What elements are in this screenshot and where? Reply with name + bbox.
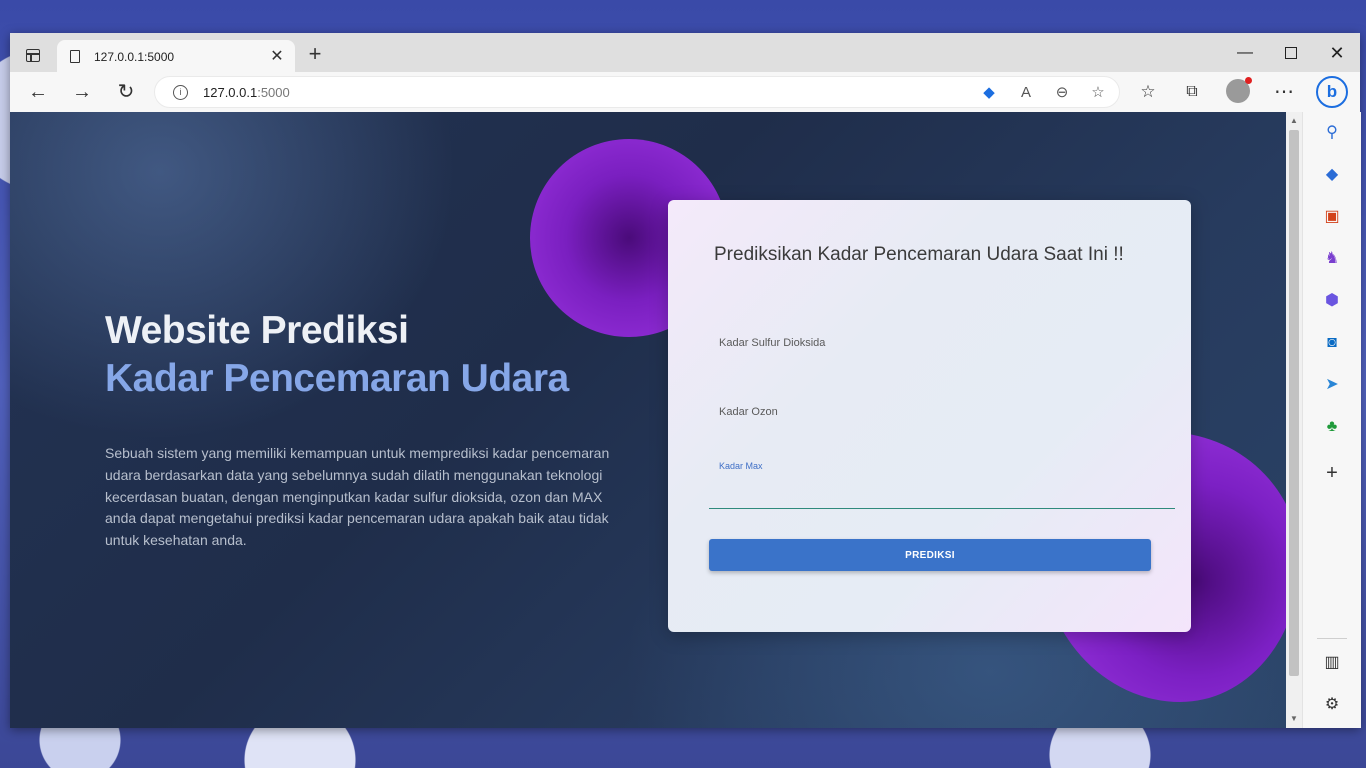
page-icon xyxy=(70,50,80,63)
max-field-input[interactable] xyxy=(709,472,1175,509)
address-bar[interactable]: i 127.0.0.1:5000 ◆ A ⊖ ☆ xyxy=(154,76,1120,108)
site-info-icon[interactable]: i xyxy=(173,85,188,100)
prediction-form-card: Prediksikan Kadar Pencemaran Udara Saat … xyxy=(668,200,1191,632)
maximize-button[interactable] xyxy=(1268,41,1314,65)
page-viewport: Website Prediksi Kadar Pencemaran Udara … xyxy=(10,112,1286,728)
url-host: 127.0.0.1 xyxy=(203,85,258,100)
tab-actions-icon[interactable] xyxy=(26,49,40,62)
collections-icon[interactable]: ⧉ xyxy=(1178,78,1206,106)
scroll-up-arrow-icon[interactable]: ▲ xyxy=(1286,114,1302,128)
scroll-thumb[interactable] xyxy=(1289,130,1299,676)
tab-close-icon[interactable]: ✕ xyxy=(267,46,287,66)
tab-title: 127.0.0.1:5000 xyxy=(94,50,175,64)
telegram-icon[interactable]: ➤ xyxy=(1321,374,1343,396)
bing-copilot-icon[interactable]: b xyxy=(1316,76,1348,108)
coupon-tag-icon[interactable]: ◆ xyxy=(978,82,1000,104)
add-favorite-icon[interactable]: ☆ xyxy=(1087,82,1109,104)
outlook-icon[interactable]: ◙ xyxy=(1321,332,1343,354)
maximize-icon xyxy=(1285,46,1297,59)
back-button[interactable]: ← xyxy=(24,78,52,106)
search-icon[interactable]: ⚲ xyxy=(1321,122,1343,144)
add-icon[interactable]: + xyxy=(1321,462,1343,484)
tree-icon[interactable]: ♣ xyxy=(1321,416,1343,438)
refresh-button[interactable]: ↻ xyxy=(112,78,140,106)
more-button[interactable]: ⋯ xyxy=(1270,78,1298,106)
shopping-tag-icon[interactable]: ◆ xyxy=(1321,164,1343,186)
url-port: :5000 xyxy=(257,85,290,100)
new-tab-button[interactable]: + xyxy=(304,41,326,67)
forward-button[interactable]: → xyxy=(68,78,96,106)
hero-title: Website Prediksi xyxy=(105,309,409,352)
hero-subtitle: Kadar Pencemaran Udara xyxy=(105,357,569,400)
profile-icon[interactable] xyxy=(1226,77,1252,103)
settings-icon[interactable]: ⚙ xyxy=(1321,694,1343,716)
scroll-down-arrow-icon[interactable]: ▼ xyxy=(1286,712,1302,726)
split-screen-icon[interactable]: ▥ xyxy=(1321,652,1343,674)
close-window-button[interactable]: ✕ xyxy=(1314,41,1360,65)
hero-description: Sebuah sistem yang memiliki kemampuan un… xyxy=(105,445,610,549)
sulfur-dioxide-field[interactable]: Kadar Sulfur Dioksida xyxy=(719,337,825,349)
max-field-label: Kadar Max xyxy=(719,461,763,471)
zoom-out-icon[interactable]: ⊖ xyxy=(1051,82,1073,104)
url-text[interactable]: 127.0.0.1:5000 xyxy=(203,85,290,100)
ozone-field[interactable]: Kadar Ozon xyxy=(719,406,778,418)
form-title: Prediksikan Kadar Pencemaran Udara Saat … xyxy=(714,244,1124,265)
minimize-button[interactable]: — xyxy=(1222,41,1268,65)
tab-active[interactable]: 127.0.0.1:5000 ✕ xyxy=(57,40,295,73)
tab-bar: 127.0.0.1:5000 ✕ + — ✕ xyxy=(10,33,1360,73)
sidebar-divider xyxy=(1317,638,1347,639)
page-scrollbar[interactable]: ▲ ▼ xyxy=(1286,112,1302,728)
browser-toolbar: ← → ↻ i 127.0.0.1:5000 ◆ A ⊖ ☆ ☆ ⧉ ⋯ b xyxy=(10,72,1360,113)
edge-sidebar: ⚲ ◆ ▣ ♞ ⬢ ◙ ➤ ♣ + ▥ ⚙ xyxy=(1302,112,1361,728)
favorites-icon[interactable]: ☆ xyxy=(1134,78,1162,106)
read-aloud-icon[interactable]: A xyxy=(1015,82,1037,104)
tools-icon[interactable]: ▣ xyxy=(1321,206,1343,228)
browser-window: 127.0.0.1:5000 ✕ + — ✕ ← → ↻ i 127.0.0.1… xyxy=(10,33,1361,728)
predict-button[interactable]: PREDIKSI xyxy=(709,539,1151,571)
office-icon[interactable]: ⬢ xyxy=(1321,290,1343,312)
games-icon[interactable]: ♞ xyxy=(1321,248,1343,270)
